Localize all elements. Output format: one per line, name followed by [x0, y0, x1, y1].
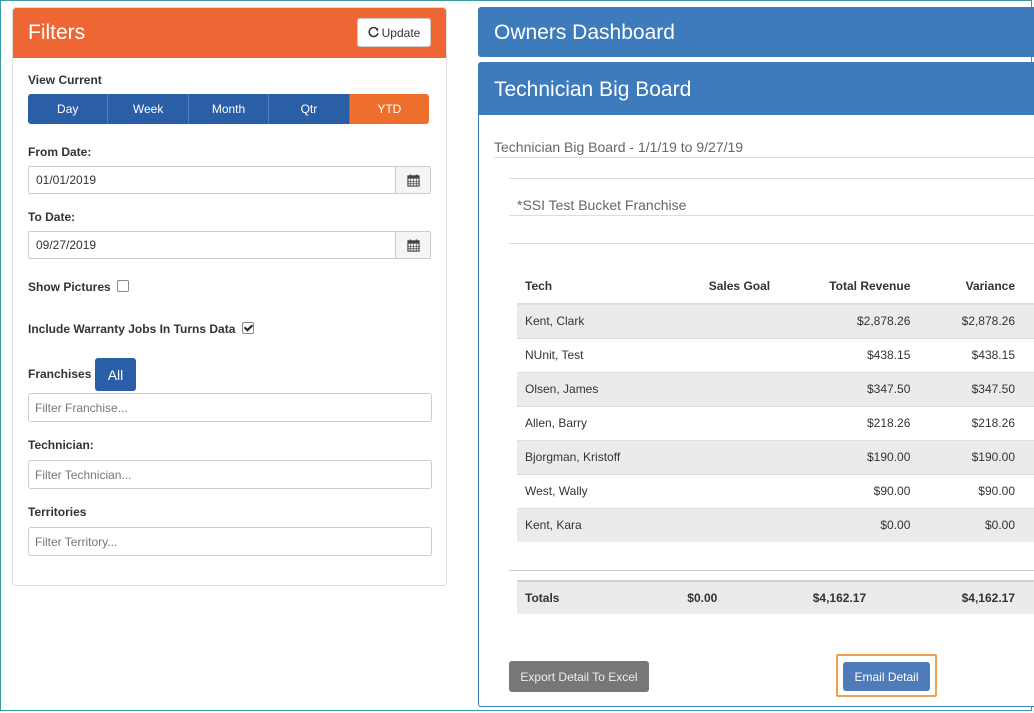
franchises-label: Franchises [28, 367, 92, 381]
sales-goal-cell [675, 507, 791, 542]
divider [509, 570, 1034, 571]
export-detail-to-excel-button[interactable]: Export Detail To Excel [509, 661, 649, 692]
view-current-label: View Current [28, 73, 102, 87]
technician-big-board-header: Technician Big Board [479, 63, 1034, 115]
email-detail-button[interactable]: Email Detail [843, 662, 930, 691]
from-date-field [28, 166, 431, 194]
table-row: Olsen, James $347.50 $347.50 [517, 371, 1034, 406]
to-date-label: To Date: [28, 210, 76, 224]
table-row: Allen, Barry $218.26 $218.26 [517, 405, 1034, 440]
table-row: West, Wally $90.00 $90.00 [517, 473, 1034, 508]
total-revenue-cell: $347.50 [790, 371, 931, 406]
to-date-field [28, 231, 431, 259]
from-date-label: From Date: [28, 145, 92, 159]
period-week-button[interactable]: Week [108, 94, 189, 124]
variance-cell: $218.26 [930, 405, 1034, 440]
totals-table: Totals $0.00 $4,162.17 $4,162.17 [517, 580, 1034, 614]
variance-cell: $190.00 [930, 439, 1034, 474]
sales-goal-cell [675, 303, 791, 338]
total-revenue-cell: $0.00 [790, 507, 931, 542]
tech-cell: Allen, Barry [517, 405, 676, 440]
totals-variance: $4,162.17 [886, 580, 1034, 614]
divider [509, 215, 1034, 216]
period-selector: Day Week Month Qtr YTD [28, 94, 429, 124]
table-row: Bjorgman, Kristoff $190.00 $190.00 [517, 439, 1034, 474]
period-month-button[interactable]: Month [188, 94, 270, 124]
show-pictures-row: Show Pictures [28, 279, 130, 294]
to-date-input[interactable] [29, 232, 395, 258]
report-subtitle: Technician Big Board - 1/1/19 to 9/27/19 [494, 139, 744, 155]
tech-cell: Kent, Kara [517, 507, 676, 542]
franchises-all-button[interactable]: All [95, 358, 136, 391]
variance-cell: $90.00 [930, 473, 1034, 508]
technician-table: Tech Sales Goal Total Revenue Variance K… [517, 269, 1034, 542]
sales-goal-cell [675, 405, 791, 440]
total-revenue-cell: $438.15 [790, 337, 931, 372]
total-revenue-cell: $218.26 [790, 405, 931, 440]
show-pictures-checkbox[interactable] [117, 279, 130, 292]
calendar-icon [406, 173, 420, 187]
filters-panel: Filters Update View Current Day Week Mon… [12, 7, 447, 586]
divider [509, 178, 1034, 179]
period-qtr-button[interactable]: Qtr [269, 94, 350, 124]
technician-big-board-title: Technician Big Board [494, 78, 692, 101]
total-revenue-cell: $90.00 [790, 473, 931, 508]
column-header-tech[interactable]: Tech [517, 269, 676, 305]
to-date-calendar-button[interactable] [395, 232, 430, 258]
divider [494, 157, 1034, 158]
technician-filter-input[interactable] [28, 460, 432, 489]
column-header-total-revenue[interactable]: Total Revenue [790, 269, 931, 305]
from-date-input[interactable] [29, 167, 395, 193]
table-row: Kent, Kara $0.00 $0.00 [517, 507, 1034, 542]
sales-goal-cell [675, 371, 791, 406]
totals-label: Totals [517, 580, 632, 614]
period-ytd-button[interactable]: YTD [349, 94, 429, 124]
refresh-icon [368, 27, 379, 38]
tech-cell: West, Wally [517, 473, 676, 508]
include-warranty-row: Include Warranty Jobs In Turns Data [28, 321, 254, 336]
filters-title: Filters [28, 21, 86, 44]
franchise-filter-input[interactable] [28, 393, 432, 422]
franchise-name: *SSI Test Bucket Franchise [517, 197, 687, 213]
sales-goal-cell [675, 473, 791, 508]
totals-row: Totals $0.00 $4,162.17 $4,162.17 [517, 580, 1034, 614]
variance-cell: $0.00 [930, 507, 1034, 542]
owners-dashboard-title: Owners Dashboard [494, 21, 675, 44]
sales-goal-cell [675, 337, 791, 372]
variance-cell: $347.50 [930, 371, 1034, 406]
technician-big-board-panel: Technician Big Board Technician Big Boar… [478, 62, 1034, 707]
filters-header: Filters Update [13, 8, 446, 58]
totals-sales-goal: $0.00 [631, 580, 738, 614]
column-header-sales-goal[interactable]: Sales Goal [675, 269, 791, 305]
update-button[interactable]: Update [357, 18, 431, 47]
tech-cell: Olsen, James [517, 371, 676, 406]
sales-goal-cell [675, 439, 791, 474]
variance-cell: $2,878.26 [930, 303, 1034, 338]
total-revenue-cell: $190.00 [790, 439, 931, 474]
column-header-variance[interactable]: Variance [930, 269, 1034, 305]
calendar-icon [406, 238, 420, 252]
table-header-row: Tech Sales Goal Total Revenue Variance [517, 269, 1034, 305]
tech-cell: Bjorgman, Kristoff [517, 439, 676, 474]
include-warranty-label: Include Warranty Jobs In Turns Data [28, 322, 236, 336]
territories-label: Territories [28, 505, 87, 519]
divider [509, 243, 1034, 244]
variance-cell: $438.15 [930, 337, 1034, 372]
territory-filter-input[interactable] [28, 527, 432, 556]
tech-cell: Kent, Clark [517, 303, 676, 338]
include-warranty-checkbox[interactable] [241, 321, 254, 334]
owners-dashboard-header: Owners Dashboard [478, 7, 1034, 57]
show-pictures-label: Show Pictures [28, 280, 111, 294]
update-button-label: Update [381, 25, 421, 40]
table-row: NUnit, Test $438.15 $438.15 [517, 337, 1034, 372]
tech-cell: NUnit, Test [517, 337, 676, 372]
from-date-calendar-button[interactable] [395, 167, 430, 193]
table-row: Kent, Clark $2,878.26 $2,878.26 [517, 303, 1034, 338]
totals-total-revenue: $4,162.17 [737, 580, 887, 614]
technician-label: Technician: [28, 438, 94, 452]
period-day-button[interactable]: Day [28, 94, 109, 124]
total-revenue-cell: $2,878.26 [790, 303, 931, 338]
